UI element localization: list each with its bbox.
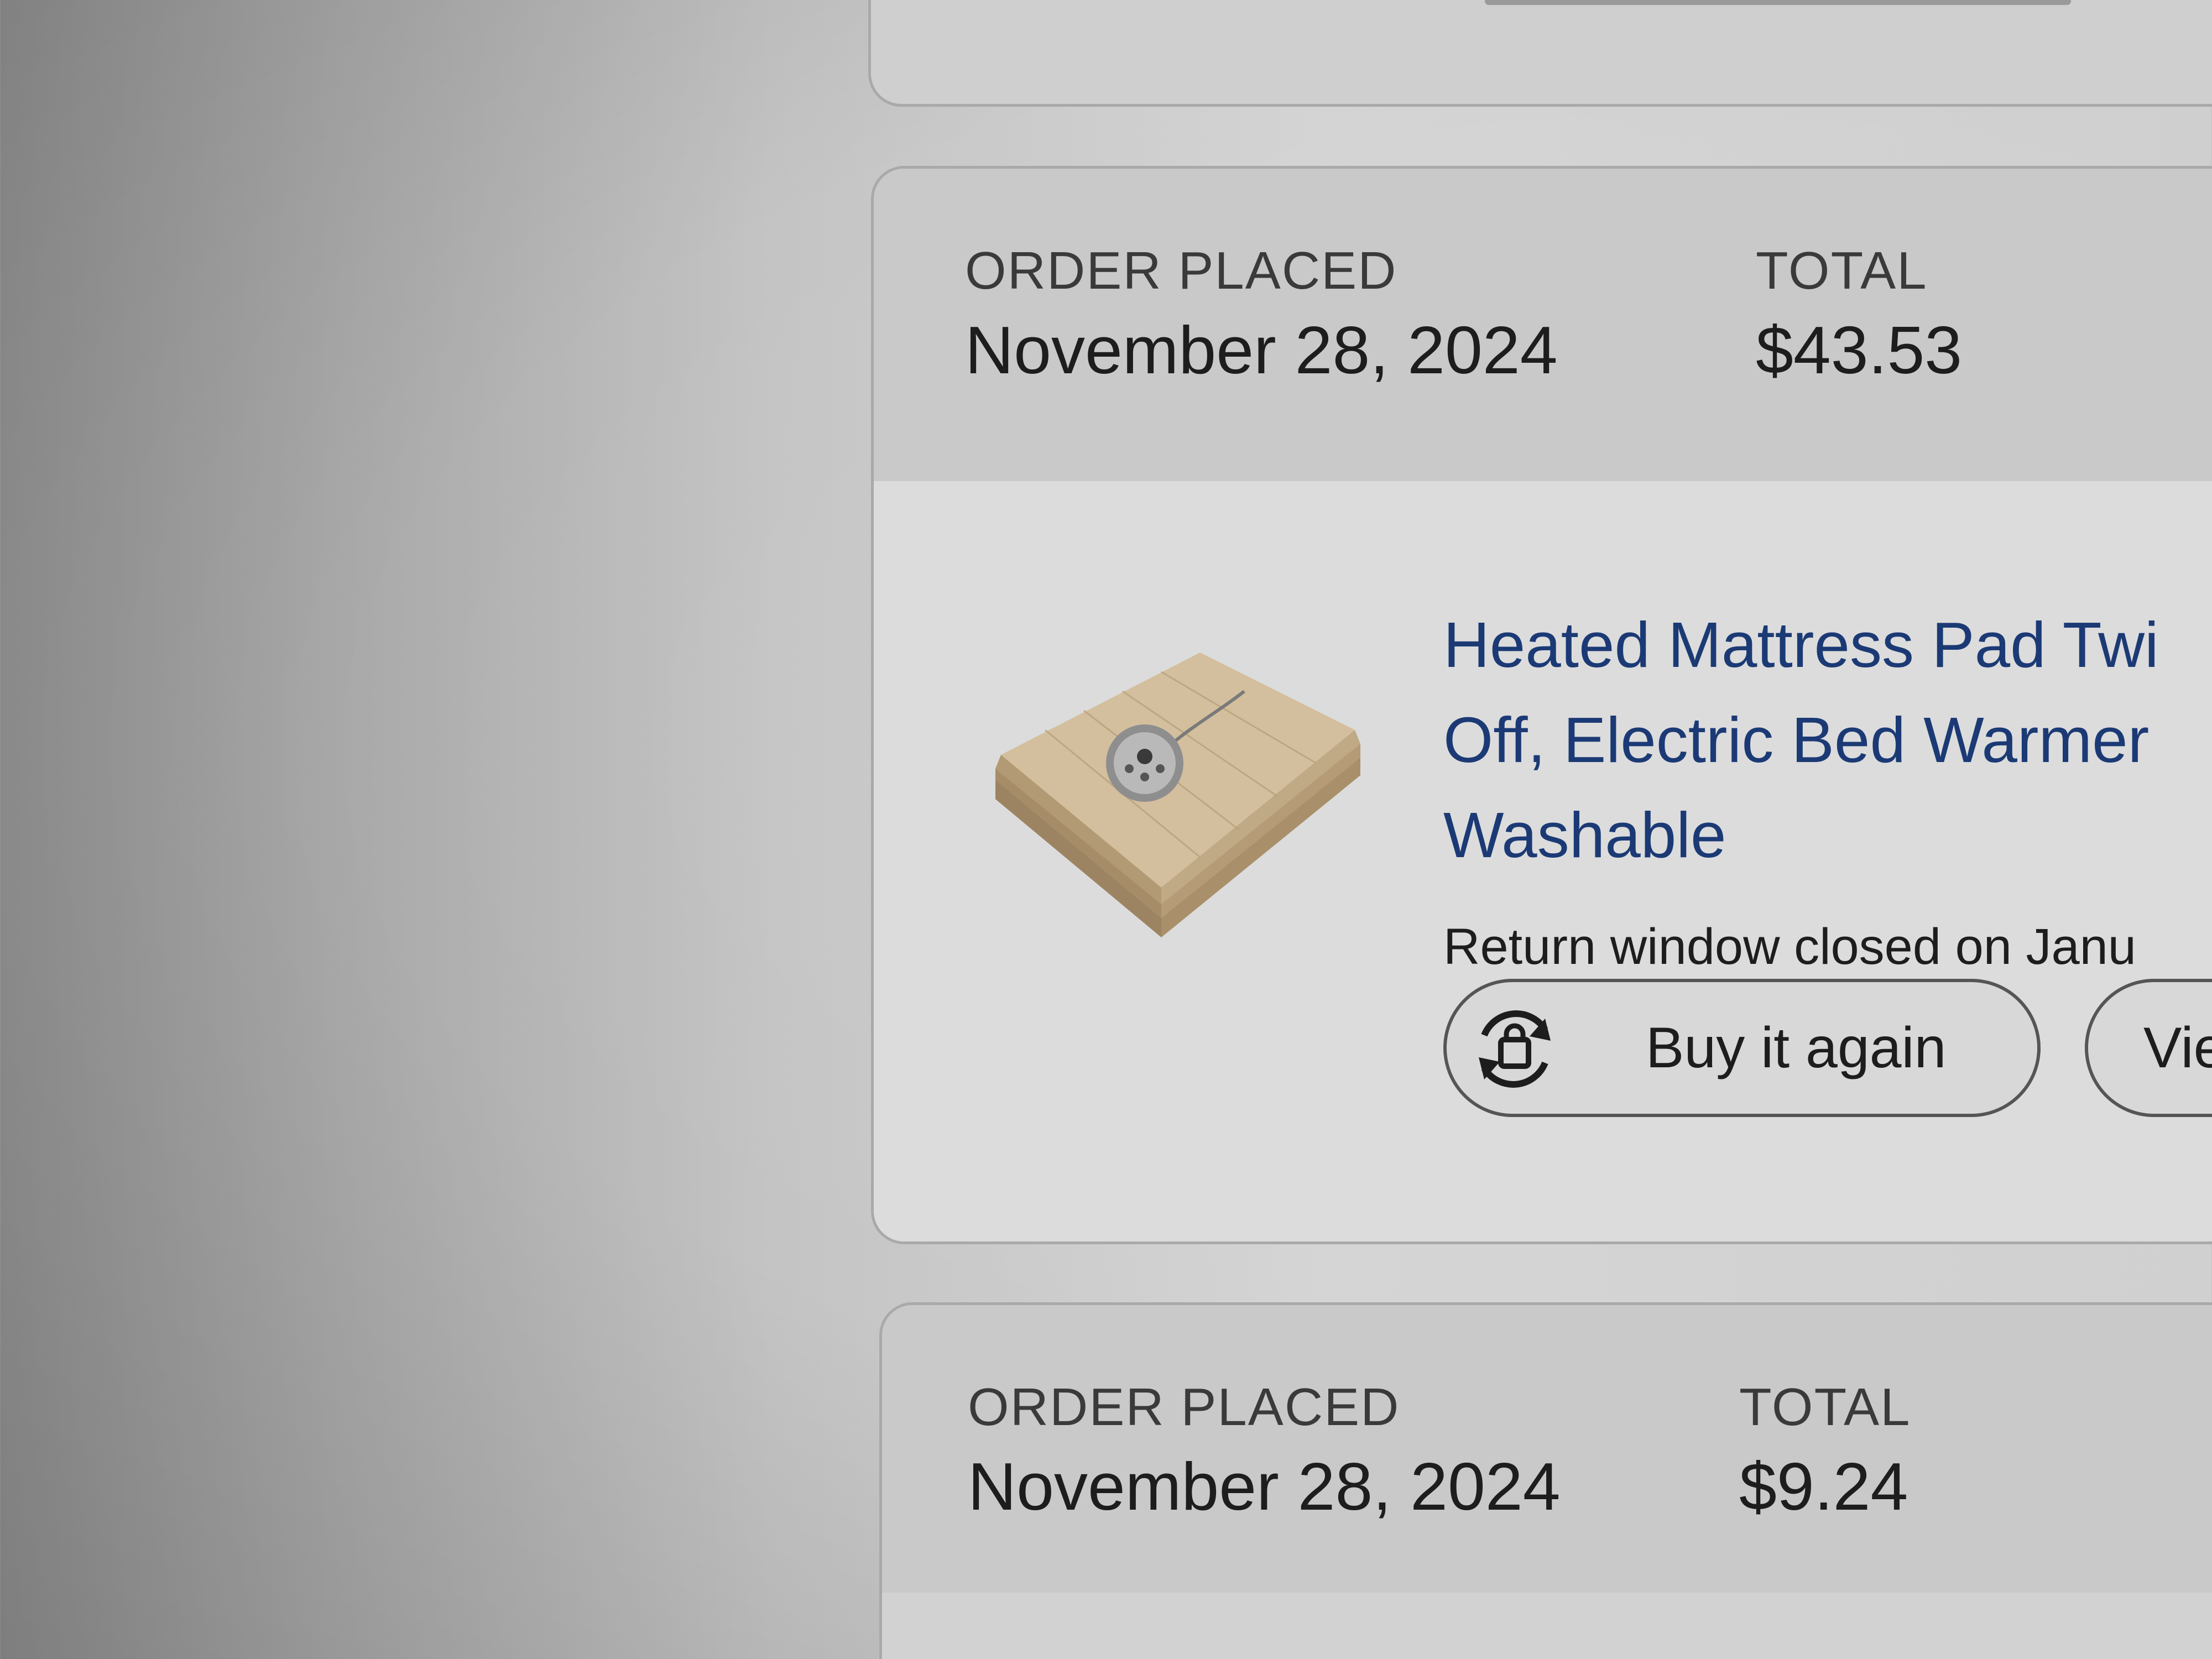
order-card-previous [868, 0, 2212, 107]
order-card: ORDER PLACED November 28, 2024 TOTAL $43… [871, 166, 2212, 1244]
order-total-column-next: TOTAL $9.24 [1739, 1377, 1911, 1525]
buy-it-again-button[interactable]: Buy it again [1443, 979, 2041, 1117]
order-total-label: TOTAL [1756, 241, 1928, 300]
order-header: ORDER PLACED November 28, 2024 TOTAL $43… [874, 169, 2212, 481]
order-total-column: TOTAL $43.53 [1756, 241, 1962, 389]
order-card-next: ORDER PLACED November 28, 2024 TOTAL $9.… [879, 1302, 2212, 1659]
buy-again-refresh-icon [1479, 1010, 1551, 1088]
order-placed-column: ORDER PLACED November 28, 2024 [965, 241, 1558, 389]
order-item-section: Heated Mattress Pad Twi Off, Electric Be… [874, 481, 2212, 1241]
order-placed-date-next: November 28, 2024 [968, 1449, 1561, 1524]
view-item-label: Vie [2143, 1015, 2212, 1080]
order-placed-column-next: ORDER PLACED November 28, 2024 [968, 1377, 1561, 1525]
buy-it-again-label: Buy it again [1646, 1015, 1947, 1080]
view-item-button[interactable]: Vie [2085, 979, 2212, 1117]
order-total-value-next: $9.24 [1739, 1449, 1908, 1524]
order-header-next: ORDER PLACED November 28, 2024 TOTAL $9.… [882, 1305, 2212, 1593]
previous-card-button-edge[interactable] [1485, 0, 2071, 5]
heated-mattress-pad-image[interactable] [984, 630, 1371, 940]
order-total-label-next: TOTAL [1739, 1378, 1911, 1437]
order-total-value: $43.53 [1756, 312, 1963, 388]
order-placed-label: ORDER PLACED [965, 241, 1397, 300]
return-window-status: Return window closed on Janu [1443, 919, 2136, 975]
order-placed-date: November 28, 2024 [965, 312, 1558, 388]
product-title-link[interactable]: Heated Mattress Pad Twi Off, Electric Be… [1443, 597, 2212, 883]
order-placed-label-next: ORDER PLACED [968, 1378, 1400, 1437]
